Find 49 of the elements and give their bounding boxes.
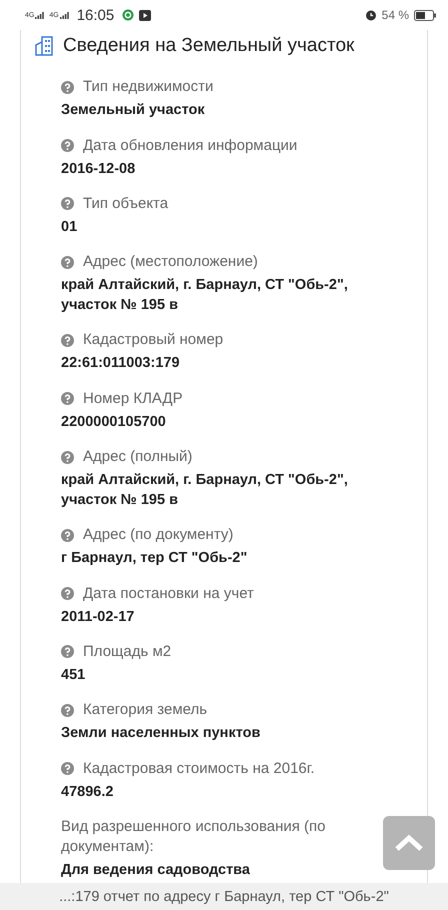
play-icon <box>139 10 152 20</box>
field-value: 451 <box>61 666 86 685</box>
field-value: 01 <box>61 218 78 237</box>
help-icon[interactable] <box>61 197 74 210</box>
sync-icon <box>122 9 134 21</box>
field-label: Категория земель <box>83 700 208 720</box>
building-icon <box>35 36 53 56</box>
help-icon[interactable] <box>61 528 74 542</box>
field-value: 22:61:011003:179 <box>61 354 181 374</box>
help-icon[interactable] <box>61 762 74 776</box>
field-label: Адрес (полный) <box>83 447 192 468</box>
battery-icon <box>414 10 436 20</box>
scroll-top-button[interactable] <box>383 816 435 870</box>
alarm-icon <box>364 9 377 21</box>
field-value: г Барнаул, тер СТ "Обь-2" <box>61 549 248 568</box>
help-icon[interactable] <box>61 587 74 600</box>
field-label: Дата обновления информации <box>83 136 298 156</box>
field-value: 2016-12-08 <box>61 160 136 179</box>
field-label: Вид разрешенного использования (по документам): <box>61 816 327 857</box>
field-label: Адрес (по документу) <box>83 525 234 546</box>
field-label: Дата постановки на учет <box>83 584 254 604</box>
field-label: Номер КЛАДР <box>83 388 183 409</box>
help-icon[interactable] <box>61 645 74 658</box>
help-icon[interactable] <box>61 139 74 152</box>
field-label: Кадастровая стоимость на 2016г. <box>83 758 315 779</box>
field-value: край Алтайский, г. Барнаул, СТ "Обь-2", участок № 195 в <box>61 471 349 510</box>
field-value: Для ведения садоводства <box>61 860 251 880</box>
field-value: край Алтайский, г. Барнаул, СТ "Обь-2", участок № 195 в <box>61 276 349 316</box>
field-label: Тип объекта <box>83 194 168 214</box>
field-value: 47896.2 <box>61 782 114 802</box>
field-value: Земли населенных пунктов <box>61 724 262 744</box>
field-label: Адрес (местоположение) <box>83 252 258 272</box>
help-icon[interactable] <box>61 334 74 347</box>
report-link-text[interactable]: ...:179 отчет по адресу г Барнаул, тер СТ "Обь-2" <box>59 888 389 904</box>
card-title: Сведения на Земельный участок <box>63 35 354 57</box>
help-icon[interactable] <box>61 392 74 406</box>
field-value: Земельный участок <box>61 101 206 120</box>
chevron-up-icon <box>394 834 424 852</box>
field-label: Тип недвижимости <box>83 77 214 98</box>
field-value: 2200000105700 <box>61 412 167 432</box>
help-icon[interactable] <box>61 450 74 464</box>
help-icon[interactable] <box>61 80 74 94</box>
clock-time: 16:05 <box>76 6 114 24</box>
field-label: Площадь м2 <box>83 642 172 662</box>
help-icon[interactable] <box>61 256 74 269</box>
field-label: Кадастровый номер <box>83 330 224 350</box>
help-icon[interactable] <box>61 704 74 717</box>
battery-percent: 54 % <box>382 8 409 22</box>
field-value: 2011-02-17 <box>61 608 136 627</box>
